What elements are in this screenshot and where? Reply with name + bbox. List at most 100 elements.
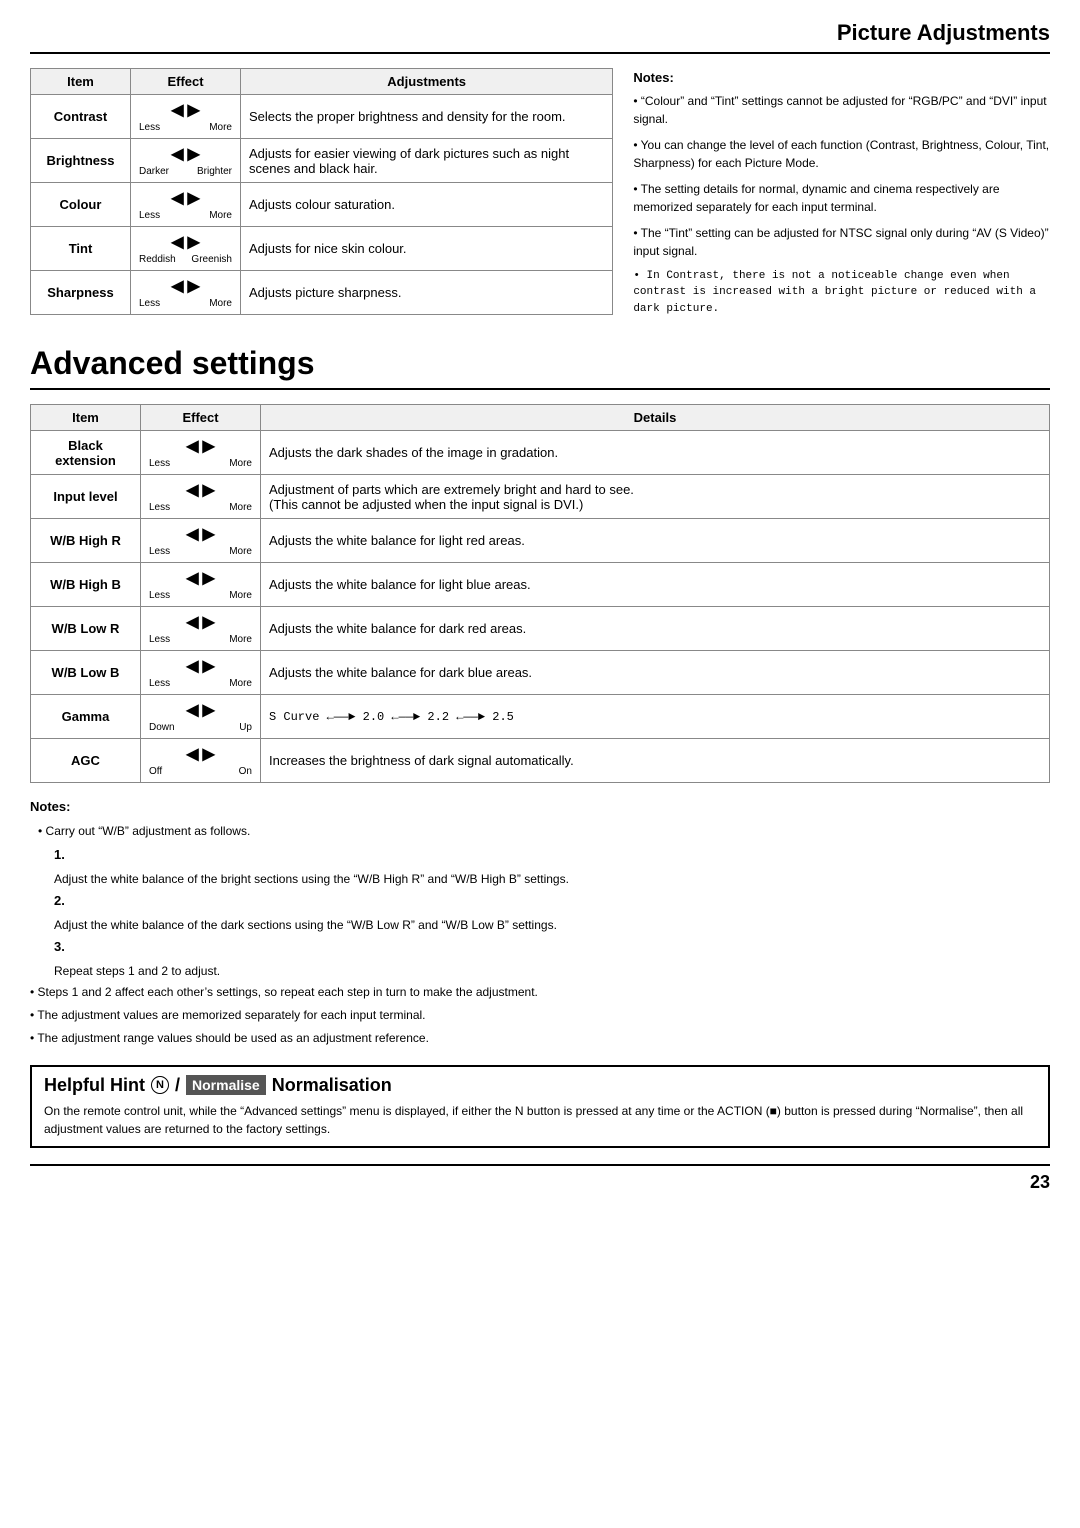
adv-row-effect: ◀▶OffOn	[141, 739, 261, 783]
picture-row-item: Sharpness	[31, 271, 131, 315]
picture-notes-list: “Colour” and “Tint” settings cannot be a…	[633, 92, 1050, 318]
picture-note-item: “Colour” and “Tint” settings cannot be a…	[633, 92, 1050, 128]
right-arrow-icon: ▶	[203, 700, 215, 720]
sub-labels: Less More	[139, 298, 232, 309]
adv-row-item: W/B Low R	[31, 607, 141, 651]
adv-row-effect: ◀▶ LessMore	[141, 519, 261, 563]
picture-table-row: Tint◀▶ReddishGreenishAdjusts for nice sk…	[31, 227, 613, 271]
adv-row-description: Adjusts the dark shades of the image in …	[261, 431, 1050, 475]
adv-bullet-item: Steps 1 and 2 affect each other’s settin…	[30, 983, 1050, 1002]
right-label: More	[229, 590, 252, 601]
left-arrow-icon: ◀	[186, 436, 198, 456]
advanced-table: Item Effect Details Black extension◀▶Les…	[30, 404, 1050, 783]
right-label: More	[229, 678, 252, 689]
left-label: Less	[139, 210, 160, 221]
picture-table-row: Sharpness◀▶LessMoreAdjusts picture sharp…	[31, 271, 613, 315]
sub-labels: Less More	[139, 210, 232, 221]
adv-numbered-item: 1. Adjust the white balance of the brigh…	[54, 845, 1050, 889]
right-arrow-icon: ▶	[203, 436, 215, 456]
sub-labels: LessMore	[149, 634, 252, 645]
left-arrow-icon: ◀	[171, 188, 183, 208]
normalisation-label: Normalisation	[272, 1075, 392, 1096]
left-label: Less	[149, 502, 170, 513]
sub-labels: LessMore	[149, 458, 252, 469]
right-label: On	[239, 766, 252, 777]
adv-numbered-item: 3. Repeat steps 1 and 2 to adjust.	[54, 937, 1050, 981]
advanced-table-row: Black extension ◀▶ LessMore Adjusts the dar…	[31, 431, 1050, 475]
right-label: Up	[239, 722, 252, 733]
right-label: More	[209, 298, 232, 309]
sub-labels: Less More	[149, 590, 252, 601]
right-label: Greenish	[191, 254, 232, 265]
separator: /	[175, 1075, 180, 1096]
left-label: Less	[149, 546, 170, 557]
adv-row-item: Gamma	[31, 695, 141, 739]
picture-row-description: Adjusts colour saturation.	[241, 183, 613, 227]
picture-notes: Notes: “Colour” and “Tint” settings cann…	[633, 68, 1050, 325]
sub-labels: LessMore	[149, 546, 252, 557]
adv-numbered-item: 2. Adjust the white balance of the dark …	[54, 891, 1050, 935]
picture-note-item: You can change the level of each functio…	[633, 136, 1050, 172]
left-arrow-icon: ◀	[171, 100, 183, 120]
picture-table: Item Effect Adjustments Contrast◀▶LessMo…	[30, 68, 613, 315]
left-arrow-icon: ◀	[186, 524, 198, 544]
adv-row-description: Adjustment of parts which are extremely …	[261, 475, 1050, 519]
picture-row-item: Brightness	[31, 139, 131, 183]
left-arrow-icon: ◀	[171, 144, 183, 164]
adv-row-effect: ◀▶LessMore	[141, 563, 261, 607]
picture-row-item: Colour	[31, 183, 131, 227]
picture-table-row: Contrast◀▶LessMoreSelects the proper bri…	[31, 95, 613, 139]
right-arrow-icon: ▶	[203, 656, 215, 676]
n-button-icon: N	[151, 1076, 169, 1094]
helpful-hint-label: Helpful Hint	[44, 1075, 145, 1096]
adv-row-effect: ◀▶LessMore	[141, 475, 261, 519]
sub-labels: LessMore	[149, 678, 252, 689]
right-arrow-icon: ▶	[203, 568, 215, 588]
picture-row-description: Adjusts for easier viewing of dark pictu…	[241, 139, 613, 183]
picture-row-effect: ◀▶ Less More	[131, 95, 241, 139]
adv-row-item: W/B Low B	[31, 651, 141, 695]
numbered-label: 1.	[54, 845, 1050, 866]
helpful-hint-header: Helpful Hint N / Normalise Normalisation	[44, 1075, 1036, 1096]
left-arrow-icon: ◀	[186, 480, 198, 500]
picture-header-effect: Effect	[131, 69, 241, 95]
left-label: Reddish	[139, 254, 176, 265]
left-arrow-icon: ◀	[186, 744, 198, 764]
advanced-table-row: Gamma◀▶DownUpS Curve ←——► 2.0 ←——► 2.2 ←…	[31, 695, 1050, 739]
right-arrow-icon: ▶	[188, 144, 200, 164]
right-label: More	[229, 458, 252, 469]
picture-row-description: Adjusts picture sharpness.	[241, 271, 613, 315]
adv-row-description: Increases the brightness of dark signal …	[261, 739, 1050, 783]
sub-labels: DownUp	[149, 722, 252, 733]
adv-row-effect: ◀▶LessMore	[141, 607, 261, 651]
advanced-table-row: AGC◀▶OffOnIncreases the brightness of da…	[31, 739, 1050, 783]
helpful-hint-box: Helpful Hint N / Normalise Normalisation…	[30, 1065, 1050, 1148]
picture-adjustments-section: Item Effect Adjustments Contrast◀▶LessMo…	[30, 68, 1050, 325]
picture-row-effect: ◀▶LessMore	[131, 183, 241, 227]
picture-table-row: Colour◀▶LessMoreAdjusts colour saturatio…	[31, 183, 613, 227]
picture-header-adj: Adjustments	[241, 69, 613, 95]
right-label: More	[209, 122, 232, 133]
adv-row-effect: ◀▶LessMore	[141, 651, 261, 695]
page-number: 23	[30, 1164, 1050, 1193]
adv-row-item: AGC	[31, 739, 141, 783]
picture-row-item: Tint	[31, 227, 131, 271]
left-label: Less	[139, 122, 160, 133]
picture-row-effect: ◀▶DarkerBrighter	[131, 139, 241, 183]
right-arrow-icon: ▶	[203, 524, 215, 544]
right-label: Brighter	[197, 166, 232, 177]
adv-row-description: Adjusts the white balance for light blue…	[261, 563, 1050, 607]
right-arrow-icon: ▶	[188, 100, 200, 120]
adv-row-item: Black extension	[31, 431, 141, 475]
adv-row-description: Adjusts the white balance for dark blue …	[261, 651, 1050, 695]
picture-row-item: Contrast	[31, 95, 131, 139]
picture-row-description: Adjusts for nice skin colour.	[241, 227, 613, 271]
sub-labels: LessMore	[149, 502, 252, 513]
right-arrow-icon: ▶	[188, 232, 200, 252]
adv-row-description: S Curve ←——► 2.0 ←——► 2.2 ←——► 2.5	[261, 695, 1050, 739]
left-label: Less	[149, 590, 170, 601]
adv-numbered-list: 1. Adjust the white balance of the brigh…	[54, 845, 1050, 981]
left-label: Less	[139, 298, 160, 309]
right-label: More	[209, 210, 232, 221]
adv-bullet-item: The adjustment values are memorized sepa…	[30, 1006, 1050, 1025]
